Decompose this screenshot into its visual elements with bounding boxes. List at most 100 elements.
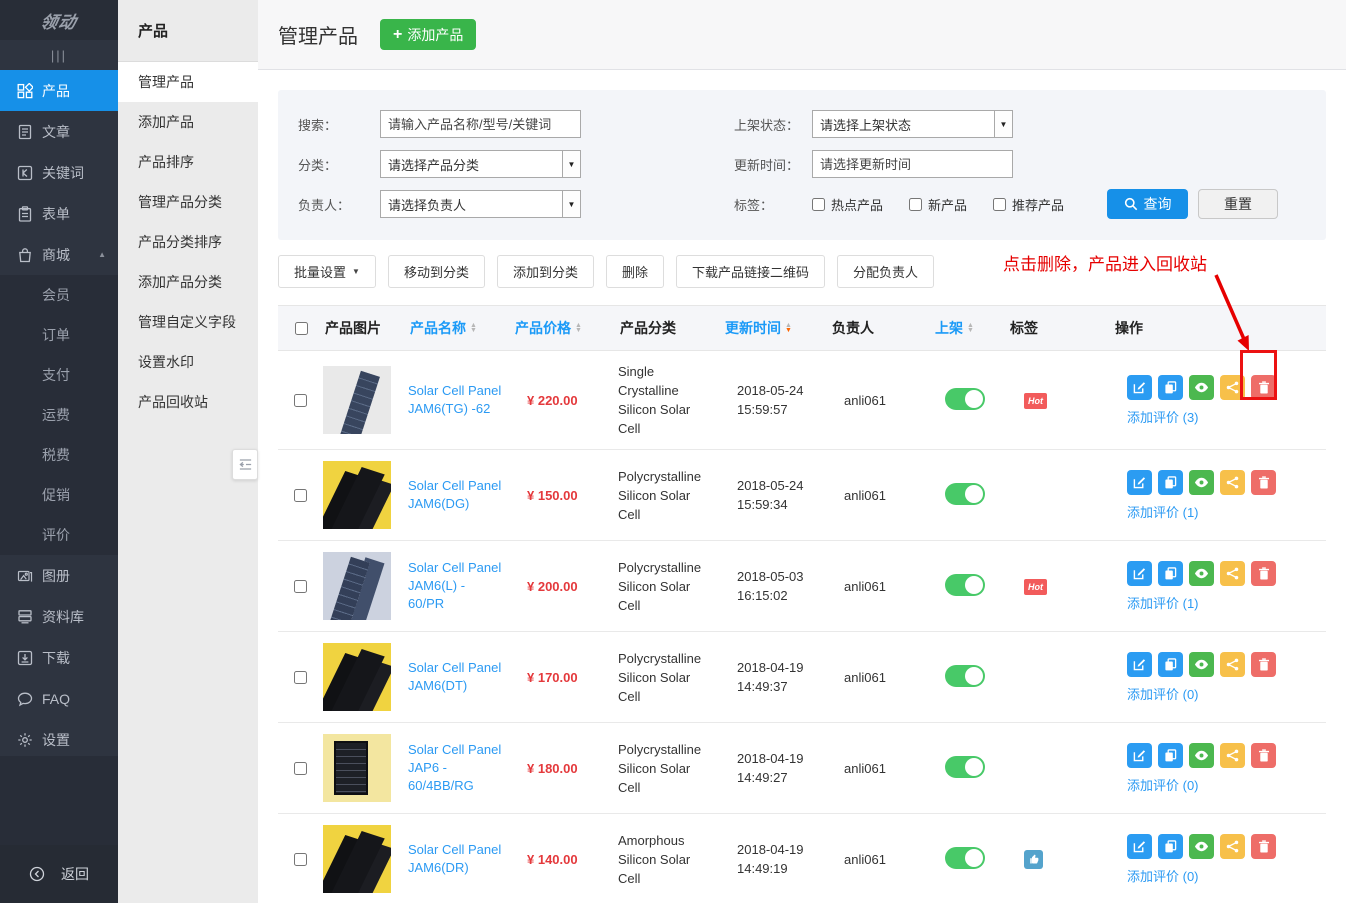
delete-button[interactable] <box>1251 375 1276 400</box>
row-checkbox[interactable] <box>294 489 307 502</box>
product-name-link[interactable]: Solar Cell Panel JAM6(TG) -62 <box>408 382 513 418</box>
sidebar-subitem[interactable]: 订单 <box>0 315 118 355</box>
sidebar-item-settings[interactable]: 设置 <box>0 719 118 760</box>
add-review-link[interactable]: 添加评价 (1) <box>1127 593 1199 612</box>
toolbar-button[interactable]: 批量设置▼ <box>278 255 376 288</box>
sidebar-item-grid[interactable]: 产品 <box>0 70 118 111</box>
share-button[interactable] <box>1220 834 1245 859</box>
delete-button[interactable] <box>1251 561 1276 586</box>
copy-button[interactable] <box>1158 561 1183 586</box>
sidebar-subitem[interactable]: 会员 <box>0 275 118 315</box>
status-select[interactable]: 请选择上架状态 ▼ <box>812 110 1013 138</box>
product-name-link[interactable]: Solar Cell Panel JAM6(DR) <box>408 841 513 877</box>
copy-button[interactable] <box>1158 834 1183 859</box>
edit-button[interactable] <box>1127 834 1152 859</box>
submenu-item[interactable]: 管理自定义字段 <box>118 302 258 342</box>
submenu-item[interactable]: 设置水印 <box>118 342 258 382</box>
sidebar-item-mall[interactable]: 商城▲ <box>0 234 118 275</box>
publish-toggle[interactable] <box>945 756 985 778</box>
publish-toggle[interactable] <box>945 483 985 505</box>
add-review-link[interactable]: 添加评价 (0) <box>1127 866 1199 885</box>
add-review-link[interactable]: 添加评价 (0) <box>1127 775 1199 794</box>
share-button[interactable] <box>1220 743 1245 768</box>
delete-button[interactable] <box>1251 834 1276 859</box>
delete-button[interactable] <box>1251 470 1276 495</box>
copy-button[interactable] <box>1158 470 1183 495</box>
edit-button[interactable] <box>1127 470 1152 495</box>
sidebar-collapse-button[interactable]: ||| <box>0 40 118 70</box>
edit-button[interactable] <box>1127 561 1152 586</box>
product-name-link[interactable]: Solar Cell Panel JAM6(DG) <box>408 477 513 513</box>
toolbar-button[interactable]: 添加到分类 <box>497 255 594 288</box>
share-button[interactable] <box>1220 470 1245 495</box>
add-product-button[interactable]: +添加产品 <box>380 19 476 50</box>
delete-button[interactable] <box>1251 652 1276 677</box>
sidebar-item-library[interactable]: 资料库 <box>0 596 118 637</box>
tag-checkbox[interactable] <box>993 198 1006 211</box>
column-header[interactable]: 产品名称▲▼ <box>408 318 513 338</box>
column-header[interactable]: 上架▲▼ <box>933 318 1008 338</box>
owner-select[interactable]: 请选择负责人 ▼ <box>380 190 581 218</box>
add-review-link[interactable]: 添加评价 (1) <box>1127 502 1199 521</box>
publish-toggle[interactable] <box>945 388 985 410</box>
sidebar-item-keyword[interactable]: 关键词 <box>0 152 118 193</box>
preview-button[interactable] <box>1189 743 1214 768</box>
tag-checkbox[interactable] <box>812 198 825 211</box>
share-button[interactable] <box>1220 375 1245 400</box>
back-button[interactable]: 返回 <box>0 845 118 903</box>
preview-button[interactable] <box>1189 561 1214 586</box>
select-all-checkbox[interactable] <box>295 322 308 335</box>
add-review-link[interactable]: 添加评价 (3) <box>1127 407 1199 426</box>
copy-button[interactable] <box>1158 375 1183 400</box>
category-select[interactable]: 请选择产品分类 ▼ <box>380 150 581 178</box>
submenu-item[interactable]: 产品排序 <box>118 142 258 182</box>
sidebar-item-form[interactable]: 表单 <box>0 193 118 234</box>
submenu-item[interactable]: 管理产品分类 <box>118 182 258 222</box>
edit-button[interactable] <box>1127 375 1152 400</box>
publish-toggle[interactable] <box>945 665 985 687</box>
row-checkbox[interactable] <box>294 394 307 407</box>
sidebar-subitem[interactable]: 税费 <box>0 435 118 475</box>
product-name-link[interactable]: Solar Cell Panel JAP6 - 60/4BB/RG <box>408 741 513 795</box>
search-input[interactable] <box>380 110 581 138</box>
column-header[interactable]: 产品价格▲▼ <box>513 318 618 338</box>
product-name-link[interactable]: Solar Cell Panel JAM6(DT) <box>408 659 513 695</box>
sidebar-item-download[interactable]: 下载 <box>0 637 118 678</box>
reset-button[interactable]: 重置 <box>1198 189 1278 219</box>
toolbar-button[interactable]: 移动到分类 <box>388 255 485 288</box>
sidebar-subitem[interactable]: 支付 <box>0 355 118 395</box>
publish-toggle[interactable] <box>945 847 985 869</box>
copy-button[interactable] <box>1158 652 1183 677</box>
tag-option[interactable]: 推荐产品 <box>993 195 1064 214</box>
submenu-item[interactable]: 产品回收站 <box>118 382 258 422</box>
tag-option[interactable]: 热点产品 <box>812 195 883 214</box>
product-name-link[interactable]: Solar Cell Panel JAM6(L) - 60/PR <box>408 559 513 613</box>
toolbar-button[interactable]: 删除 <box>606 255 664 288</box>
column-header[interactable]: 更新时间▲▼ <box>723 318 830 338</box>
submenu-collapse-handle[interactable] <box>232 449 258 480</box>
preview-button[interactable] <box>1189 375 1214 400</box>
row-checkbox[interactable] <box>294 853 307 866</box>
delete-button[interactable] <box>1251 743 1276 768</box>
toolbar-button[interactable]: 下载产品链接二维码 <box>676 255 825 288</box>
copy-button[interactable] <box>1158 743 1183 768</box>
row-checkbox[interactable] <box>294 671 307 684</box>
edit-button[interactable] <box>1127 652 1152 677</box>
add-review-link[interactable]: 添加评价 (0) <box>1127 684 1199 703</box>
update-time-input[interactable] <box>812 150 1013 178</box>
row-checkbox[interactable] <box>294 580 307 593</box>
preview-button[interactable] <box>1189 470 1214 495</box>
edit-button[interactable] <box>1127 743 1152 768</box>
preview-button[interactable] <box>1189 652 1214 677</box>
submenu-item[interactable]: 管理产品 <box>118 62 258 102</box>
submenu-item[interactable]: 产品分类排序 <box>118 222 258 262</box>
preview-button[interactable] <box>1189 834 1214 859</box>
submenu-item[interactable]: 添加产品 <box>118 102 258 142</box>
row-checkbox[interactable] <box>294 762 307 775</box>
tag-option[interactable]: 新产品 <box>909 195 967 214</box>
sidebar-item-faq[interactable]: FAQ <box>0 678 118 719</box>
share-button[interactable] <box>1220 652 1245 677</box>
sidebar-subitem[interactable]: 评价 <box>0 515 118 555</box>
share-button[interactable] <box>1220 561 1245 586</box>
publish-toggle[interactable] <box>945 574 985 596</box>
